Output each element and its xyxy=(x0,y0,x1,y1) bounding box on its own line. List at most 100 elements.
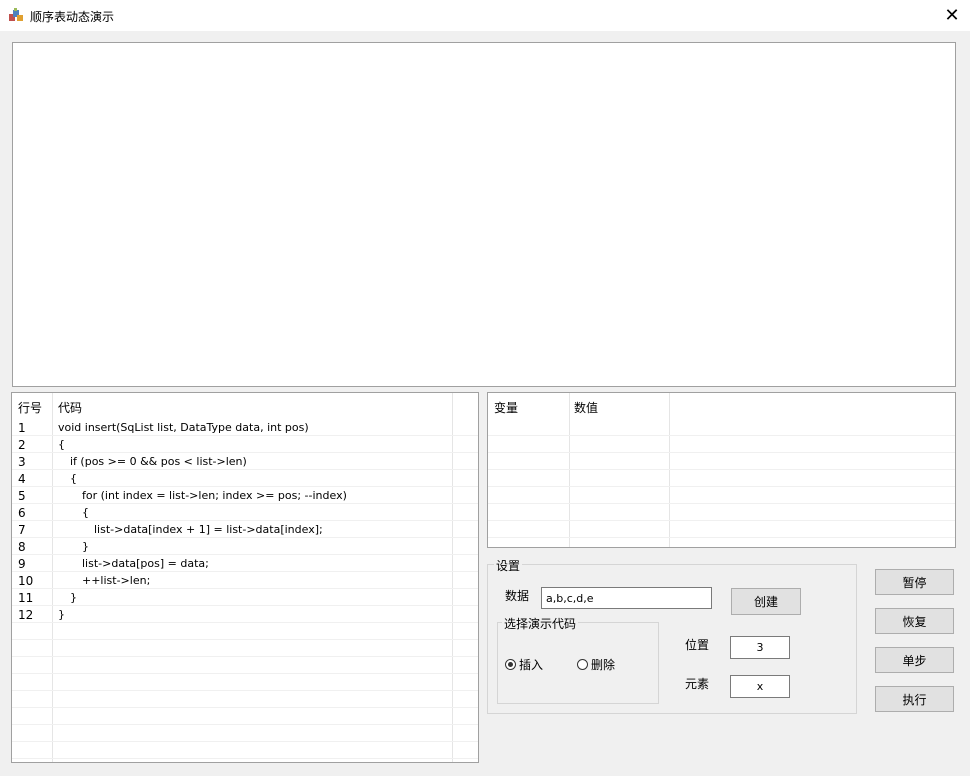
code-line-number: 1 xyxy=(18,421,26,435)
column-divider xyxy=(669,393,670,547)
code-line-number: 12 xyxy=(18,608,34,622)
demo-code-group-title: 选择演示代码 xyxy=(502,615,579,632)
delete-radio-label: 删除 xyxy=(591,658,616,672)
code-line-text: { xyxy=(70,472,77,485)
title-bar: 顺序表动态演示 ✕ xyxy=(0,0,970,31)
delete-radio-indicator xyxy=(577,659,588,670)
code-list-header: 行号 代码 xyxy=(12,393,478,418)
grid-line xyxy=(12,707,478,708)
column-header-value[interactable]: 数值 xyxy=(574,399,598,416)
code-row[interactable]: 8} xyxy=(12,538,478,555)
position-input[interactable] xyxy=(730,636,790,659)
create-button-label: 创建 xyxy=(753,595,778,609)
app-icon xyxy=(9,8,23,21)
column-header-code[interactable]: 代码 xyxy=(58,399,82,416)
grid-line xyxy=(12,554,478,555)
code-line-number: 9 xyxy=(18,557,26,571)
grid-line xyxy=(12,639,478,640)
code-row[interactable]: 4{ xyxy=(12,470,478,487)
code-row[interactable]: 1 void insert(SqList list, DataType data,… xyxy=(12,419,478,436)
code-line-number: 5 xyxy=(18,489,26,503)
grid-line xyxy=(12,724,478,725)
code-list[interactable]: 行号 代码 1 void insert(SqList list, DataType… xyxy=(11,392,479,763)
code-line-number: 4 xyxy=(18,472,26,486)
execute-button[interactable]: 执行 xyxy=(875,686,954,712)
grid-line xyxy=(12,503,478,504)
code-line-text: for (int index = list->len; index >= pos… xyxy=(82,489,347,502)
position-label: 位置 xyxy=(685,638,710,652)
code-line-text: if (pos >= 0 && pos < list->len) xyxy=(70,455,247,468)
grid-line xyxy=(488,520,955,521)
grid-line xyxy=(488,435,955,436)
code-line-text: { xyxy=(82,506,89,519)
code-line-number: 7 xyxy=(18,523,26,537)
create-button[interactable]: 创建 xyxy=(731,588,801,615)
code-line-number: 3 xyxy=(18,455,26,469)
code-row[interactable]: 2{ xyxy=(12,436,478,453)
grid-line xyxy=(12,656,478,657)
insert-radio-label: 插入 xyxy=(519,658,544,672)
column-header-variable[interactable]: 变量 xyxy=(494,399,518,416)
code-line-text: void insert(SqList list, DataType data, … xyxy=(58,421,309,434)
grid-line xyxy=(488,503,955,504)
grid-line xyxy=(12,435,478,436)
execute-button-label: 执行 xyxy=(902,692,927,707)
grid-line xyxy=(12,741,478,742)
code-row[interactable]: 10 ++list->len; xyxy=(12,572,478,589)
grid-line xyxy=(488,469,955,470)
window-title: 顺序表动态演示 xyxy=(30,10,115,24)
data-input[interactable] xyxy=(541,587,712,609)
code-row[interactable]: 7 list->data[index + 1] = list->data[inde… xyxy=(12,521,478,538)
code-line-text: } xyxy=(70,591,77,604)
grid-line xyxy=(488,486,955,487)
grid-line xyxy=(12,452,478,453)
code-line-text: { xyxy=(58,438,65,451)
pause-button-label: 暂停 xyxy=(902,575,927,590)
close-button[interactable]: ✕ xyxy=(934,0,970,31)
step-button[interactable]: 单步 xyxy=(875,647,954,673)
grid-line xyxy=(12,520,478,521)
element-input[interactable] xyxy=(730,675,790,698)
insert-radio[interactable]: 插入 xyxy=(505,656,543,673)
pause-button[interactable]: 暂停 xyxy=(875,569,954,595)
grid-line xyxy=(488,452,955,453)
code-row[interactable]: 6{ xyxy=(12,504,478,521)
insert-radio-indicator xyxy=(505,659,516,670)
grid-line xyxy=(12,673,478,674)
column-header-line[interactable]: 行号 xyxy=(18,399,42,416)
resume-button-label: 恢复 xyxy=(902,614,927,629)
code-line-text: ++list->len; xyxy=(82,574,151,587)
code-row[interactable]: 9 list->data[pos] = data; xyxy=(12,555,478,572)
grid-line xyxy=(12,486,478,487)
code-row[interactable]: 5 for (int index = list->len; index >= po… xyxy=(12,487,478,504)
code-line-text: list->data[pos] = data; xyxy=(82,557,209,570)
close-icon: ✕ xyxy=(944,4,960,26)
data-label: 数据 xyxy=(505,589,530,603)
code-line-text: } xyxy=(82,540,89,553)
grid-line xyxy=(12,537,478,538)
code-row[interactable]: 3 if (pos >= 0 && pos < list->len) xyxy=(12,453,478,470)
code-line-number: 6 xyxy=(18,506,26,520)
variable-list-header: 变量 数值 xyxy=(488,393,955,418)
column-divider xyxy=(569,393,570,547)
code-row[interactable]: 12} xyxy=(12,606,478,623)
code-line-number: 2 xyxy=(18,438,26,452)
step-button-label: 单步 xyxy=(902,653,927,668)
grid-line xyxy=(12,571,478,572)
settings-group-title: 设置 xyxy=(494,557,523,574)
grid-line xyxy=(488,537,955,538)
variable-list[interactable]: 变量 数值 xyxy=(487,392,956,548)
code-row[interactable]: 11} xyxy=(12,589,478,606)
code-line-text: } xyxy=(58,608,65,621)
resume-button[interactable]: 恢复 xyxy=(875,608,954,634)
grid-line xyxy=(12,622,478,623)
code-line-number: 11 xyxy=(18,591,34,605)
animation-canvas xyxy=(12,42,956,387)
code-line-text: list->data[index + 1] = list->data[index… xyxy=(94,523,323,536)
grid-line xyxy=(12,469,478,470)
code-line-number: 8 xyxy=(18,540,26,554)
delete-radio[interactable]: 删除 xyxy=(577,656,615,673)
grid-line xyxy=(12,758,478,759)
code-line-number: 10 xyxy=(18,574,34,588)
grid-line xyxy=(12,690,478,691)
